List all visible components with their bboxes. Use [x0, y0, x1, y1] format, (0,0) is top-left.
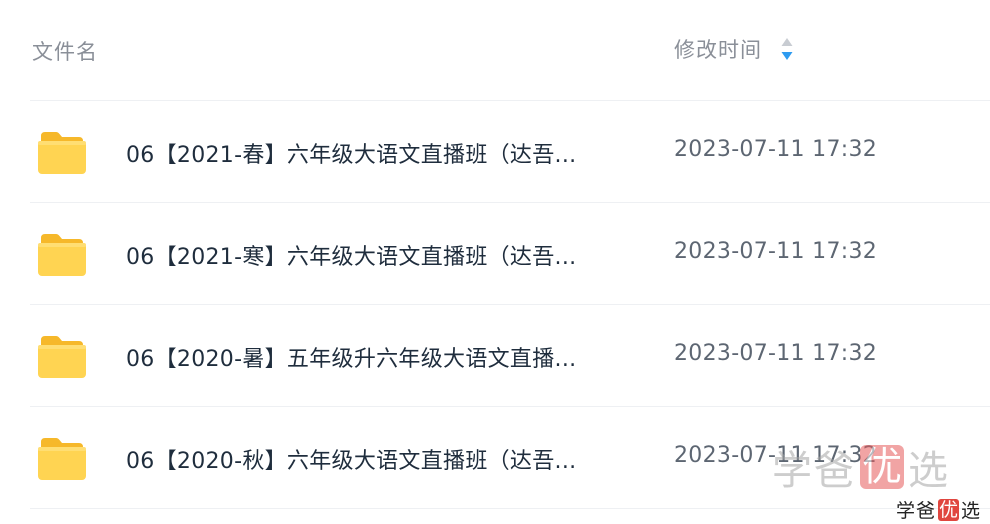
column-header-modified-time-label: 修改时间	[674, 38, 762, 62]
table-row[interactable]: 06【2020-暑】五年级升六年级大语文直播... 2023-07-11 17:…	[30, 305, 990, 406]
column-header-name[interactable]: 文件名	[32, 36, 98, 66]
file-list-panel: 文件名 修改时间 06【2021-春】六年级大语文直播班（达吾... 2023-…	[0, 0, 990, 524]
folder-icon	[38, 436, 86, 480]
table-header: 文件名 修改时间	[0, 0, 990, 100]
row-modified-time: 2023-07-11 17:32	[674, 137, 878, 162]
row-modified-time: 2023-07-11 17:32	[674, 443, 878, 468]
table-row[interactable]: 06【2020-秋】六年级大语文直播班（达吾... 2023-07-11 17:…	[30, 407, 990, 508]
row-modified-time: 2023-07-11 17:32	[674, 341, 878, 366]
table-row[interactable]: 06【2021-春】六年级大语文直播班（达吾... 2023-07-11 17:…	[30, 101, 990, 202]
column-header-modified-time[interactable]: 修改时间	[674, 34, 794, 64]
folder-icon	[38, 130, 86, 174]
folder-icon	[38, 232, 86, 276]
table-row[interactable]: 06【2021-寒】六年级大语文直播班（达吾... 2023-07-11 17:…	[30, 203, 990, 304]
row-name[interactable]: 06【2021-寒】六年级大语文直播班（达吾...	[126, 239, 576, 271]
row-name[interactable]: 06【2020-秋】六年级大语文直播班（达吾...	[126, 443, 576, 475]
row-modified-time: 2023-07-11 17:32	[674, 239, 878, 264]
row-name[interactable]: 06【2021-春】六年级大语文直播班（达吾...	[126, 137, 576, 169]
sort-icon[interactable]	[780, 35, 794, 63]
folder-icon	[38, 334, 86, 378]
row-name[interactable]: 06【2020-暑】五年级升六年级大语文直播...	[126, 341, 576, 373]
divider	[30, 508, 990, 509]
